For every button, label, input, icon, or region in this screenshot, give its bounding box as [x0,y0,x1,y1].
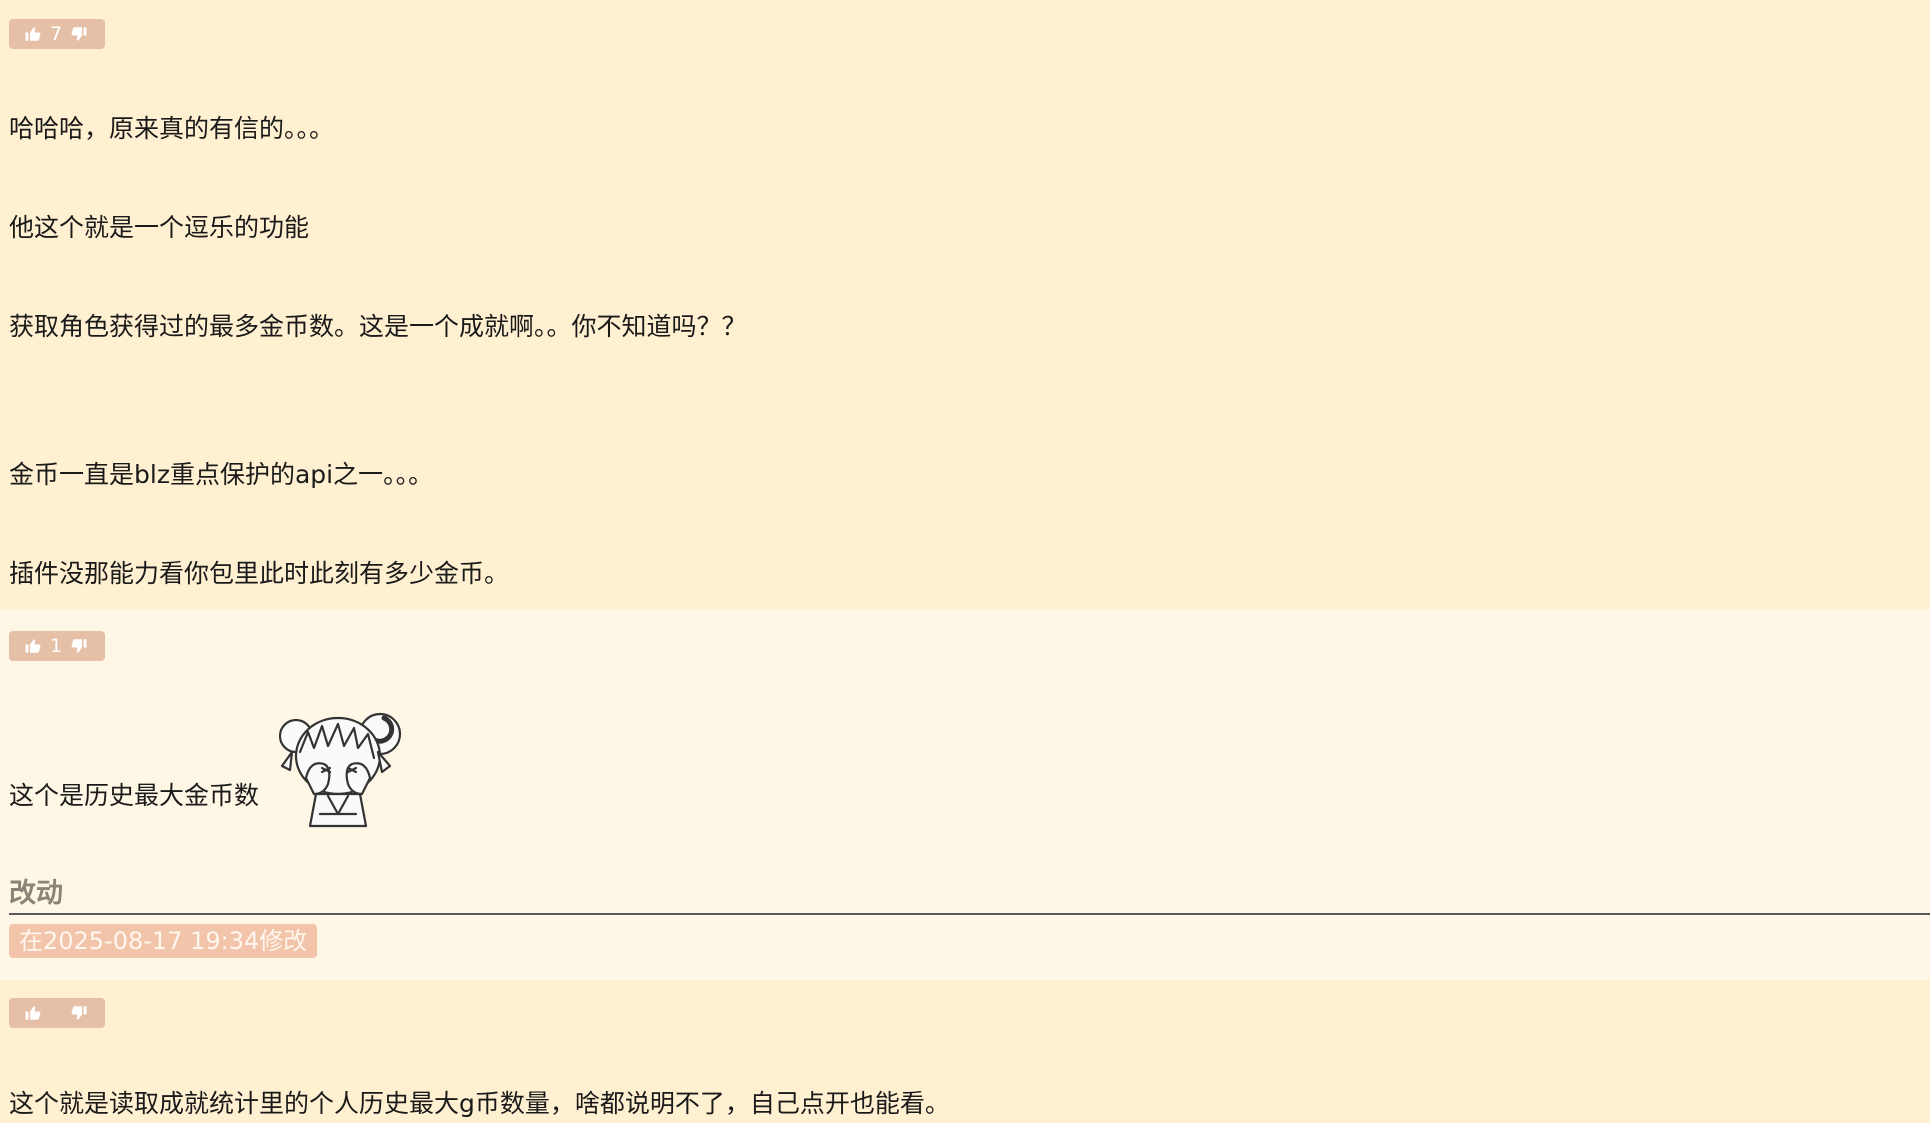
vote-bar: 1 [9,631,105,661]
vote-bar [9,998,105,1028]
thumbs-up-icon[interactable] [22,1002,44,1024]
thumbs-down-icon[interactable] [68,23,90,45]
post-text-line: 哈哈哈，原来真的有信的。。。 [9,114,335,143]
post-text-line: 他这个就是一个逗乐的功能 [9,213,310,242]
vote-count: 7 [49,23,63,45]
reply-post: 1 这个是历史最大金币数 改动 在2025-08-17 19:34修改 [0,609,1930,980]
reply-post: 这个就是读取成就统计里的个人历史最大g币数量，啥都说明不了，自己点开也能看。 [0,980,1930,1123]
anime-girl-sticker [278,712,402,828]
thumbs-down-icon[interactable] [68,635,90,657]
reply-post: 7 哈哈哈，原来真的有信的。。。 他这个就是一个逗乐的功能 获取角色获得过的最多… [0,0,1930,609]
thumbs-down-icon[interactable] [68,1002,90,1024]
vote-bar: 7 [9,19,105,49]
edit-timestamp-badge: 在2025-08-17 19:34修改 [9,924,318,958]
post-text-line: 获取角色获得过的最多金币数。这是一个成就啊。。你不知道吗？？ [9,312,747,341]
post-text-line: 金币一直是blz重点保护的api之一。。。 [9,460,434,489]
thumbs-up-icon[interactable] [22,23,44,45]
edit-section-title: 改动 [9,878,63,909]
vote-count: 1 [49,635,63,657]
thumbs-up-icon[interactable] [22,635,44,657]
divider [9,913,1930,915]
post-text-line: 插件没那能力看你包里此时此刻有多少金币。 [9,559,510,588]
post-text-line: 这个就是读取成就统计里的个人历史最大g币数量，啥都说明不了，自己点开也能看。 [9,1089,950,1118]
post-text-line: 这个是历史最大金币数 [9,781,260,810]
